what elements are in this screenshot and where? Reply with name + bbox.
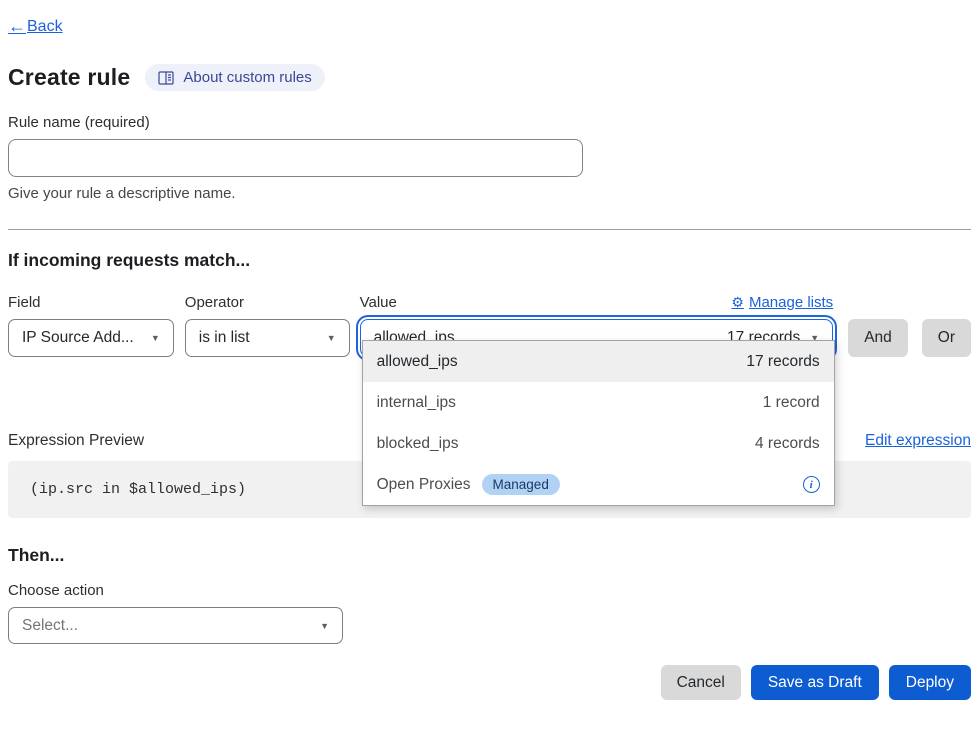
chevron-down-icon: ▼: [151, 333, 160, 343]
field-select-value: IP Source Add...: [22, 329, 134, 347]
list-option-records: 17 records: [746, 353, 819, 371]
rule-name-label: Rule name (required): [8, 114, 971, 131]
about-custom-rules-label: About custom rules: [183, 69, 311, 86]
operator-select[interactable]: is in list ▼: [185, 319, 350, 357]
edit-expression-link[interactable]: Edit expression: [865, 432, 971, 450]
then-section-heading: Then...: [8, 545, 971, 566]
condition-row: Field IP Source Add... ▼ Operator is in …: [8, 292, 971, 357]
page-title: Create rule: [8, 64, 130, 91]
info-icon[interactable]: i: [803, 476, 820, 493]
match-section-heading: If incoming requests match...: [8, 250, 971, 271]
list-option-name: Open Proxies: [377, 476, 471, 494]
list-option-name: internal_ips: [377, 394, 456, 412]
manage-lists-link[interactable]: ⚙ Manage lists: [731, 294, 833, 311]
field-select[interactable]: IP Source Add... ▼: [8, 319, 174, 357]
value-label: Value: [360, 294, 397, 311]
action-select-placeholder: Select...: [22, 617, 78, 635]
expression-preview-label: Expression Preview: [8, 432, 144, 450]
create-rule-page: ←Back Create rule About custom rules Rul…: [0, 0, 979, 700]
and-button[interactable]: And: [848, 319, 908, 357]
list-option-allowed-ips[interactable]: allowed_ips 17 records: [363, 341, 834, 382]
deploy-button[interactable]: Deploy: [889, 665, 971, 700]
chevron-down-icon: ▼: [320, 621, 329, 631]
back-link-label: Back: [27, 18, 63, 36]
managed-badge: Managed: [482, 474, 560, 495]
back-link[interactable]: ←Back: [8, 16, 63, 37]
or-button[interactable]: Or: [922, 319, 971, 357]
save-as-draft-button[interactable]: Save as Draft: [751, 665, 879, 700]
choose-action-label: Choose action: [8, 582, 971, 599]
list-option-records: 4 records: [755, 435, 820, 453]
list-option-name: allowed_ips: [377, 353, 458, 371]
action-select[interactable]: Select... ▼: [8, 607, 343, 644]
back-arrow-icon: ←: [8, 16, 26, 37]
list-option-name: blocked_ips: [377, 435, 459, 453]
rule-name-input[interactable]: [8, 139, 583, 177]
value-dropdown-menu: allowed_ips 17 records internal_ips 1 re…: [362, 340, 835, 506]
operator-select-value: is in list: [199, 329, 250, 347]
list-option-records: 1 record: [763, 394, 820, 412]
about-custom-rules-link[interactable]: About custom rules: [145, 64, 324, 91]
cancel-button[interactable]: Cancel: [661, 665, 741, 700]
gear-icon: ⚙: [731, 294, 744, 311]
list-option-blocked-ips[interactable]: blocked_ips 4 records: [363, 423, 834, 464]
book-icon: [158, 71, 174, 85]
chevron-down-icon: ▼: [327, 333, 336, 343]
manage-lists-label: Manage lists: [749, 294, 833, 311]
rule-name-helper: Give your rule a descriptive name.: [8, 185, 971, 202]
operator-label: Operator: [185, 294, 244, 311]
section-divider: [8, 229, 971, 230]
list-option-internal-ips[interactable]: internal_ips 1 record: [363, 382, 834, 423]
list-option-open-proxies[interactable]: Open Proxies Managed i: [363, 464, 834, 505]
field-label: Field: [8, 294, 41, 311]
